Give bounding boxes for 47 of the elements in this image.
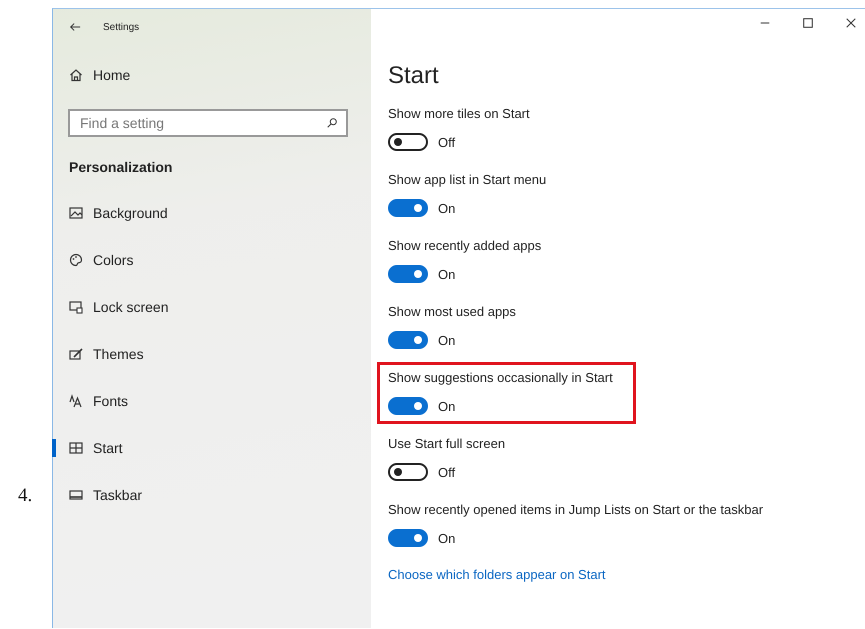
sidebar-item[interactable]: Lock screen	[53, 296, 168, 318]
home-item[interactable]: Home	[53, 65, 146, 85]
search-icon	[326, 117, 338, 129]
toggle-state: Off	[438, 134, 456, 150]
toggle-switch[interactable]	[388, 199, 428, 217]
sidebar-item[interactable]: Themes	[53, 343, 144, 365]
list-number: 4.	[18, 485, 34, 507]
maximize-icon	[802, 17, 814, 29]
setting-label: Show suggestions occasionally in Start	[388, 369, 613, 387]
toggle-state: On	[438, 200, 456, 216]
setting-label: Show more tiles on Start	[388, 105, 530, 123]
sidebar-item[interactable]: Background	[53, 202, 168, 224]
brush-icon	[69, 347, 83, 361]
toggle-switch[interactable]	[388, 133, 428, 151]
home-icon	[69, 68, 83, 82]
toggle-state: On	[438, 266, 456, 282]
toggle-state: On	[438, 332, 456, 348]
toggle-switch[interactable]	[388, 331, 428, 349]
taskbar-icon	[69, 488, 83, 502]
page-title: Start	[388, 61, 439, 91]
sidebar-item[interactable]: Start	[53, 437, 123, 459]
back-arrow-icon	[69, 21, 81, 33]
setting-label: Show recently added apps	[388, 237, 542, 255]
setting-label: Show recently opened items in Jump Lists on Start or the taskbar	[388, 501, 764, 519]
picture-icon	[69, 206, 83, 220]
close-icon	[845, 17, 857, 29]
toggle-switch[interactable]	[388, 529, 428, 547]
folders-link[interactable]: Choose which folders appear on Start	[388, 567, 606, 582]
fonts-icon	[69, 394, 83, 408]
setting-label: Show most used apps	[388, 303, 516, 321]
sidebar-item[interactable]: Taskbar	[53, 484, 142, 506]
search-field[interactable]: Find a setting	[68, 109, 348, 137]
sidebar-item[interactable]: Fonts	[53, 390, 128, 412]
toggle-switch[interactable]	[388, 265, 428, 283]
screen-lock-icon	[69, 300, 83, 314]
toggle-state: On	[438, 530, 456, 546]
sidebar-item[interactable]: Colors	[53, 249, 134, 271]
palette-icon	[69, 253, 83, 267]
toggle-state: Off	[438, 464, 456, 480]
section-heading: Personalization	[69, 159, 174, 177]
setting-label: Show app list in Start menu	[388, 171, 546, 189]
toggle-switch[interactable]	[388, 397, 428, 415]
window-title: Settings	[103, 22, 140, 32]
setting-label: Use Start full screen	[388, 435, 506, 453]
toggle-state: On	[438, 398, 456, 414]
toggle-switch[interactable]	[388, 463, 428, 481]
tiles-icon	[69, 441, 83, 455]
